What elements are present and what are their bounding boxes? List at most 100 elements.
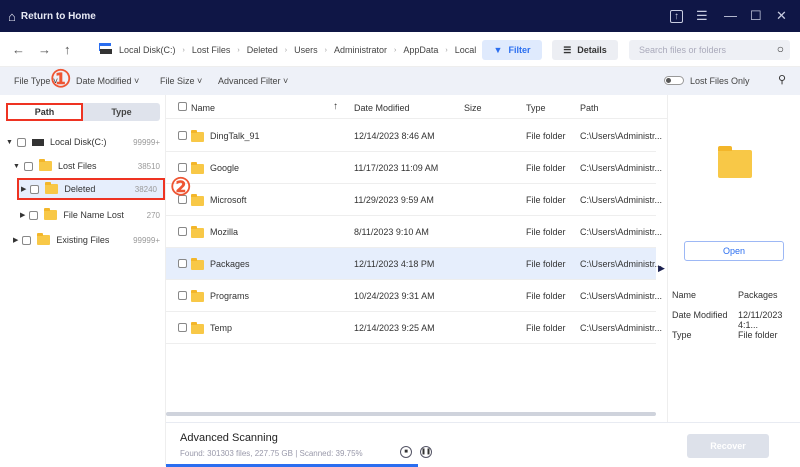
- row-checkbox[interactable]: [178, 163, 187, 172]
- search-input[interactable]: Search files or folders ○: [629, 40, 790, 60]
- table-row[interactable]: Programs 10/24/2023 9:31 AM File folder …: [166, 280, 662, 312]
- navigation-bar: ← → ↑ Local Disk(C:) › Lost Files › Delete…: [0, 33, 800, 67]
- detail-label: Name: [672, 290, 697, 300]
- table-row[interactable]: Microsoft 11/29/2023 9:59 AM File folder…: [166, 184, 662, 216]
- breadcrumb-item[interactable]: AppData: [403, 45, 438, 55]
- scan-title: Advanced Scanning: [180, 432, 278, 444]
- menu-icon[interactable]: ☰: [696, 8, 708, 24]
- file-path: C:\Users\Administr...: [580, 131, 663, 141]
- table-row[interactable]: Google 11/17/2023 11:09 AM File folder C…: [166, 152, 662, 184]
- table-row[interactable]: DingTalk_91 12/14/2023 8:46 AM File fold…: [166, 120, 662, 152]
- view-tabs: Path Type: [6, 103, 160, 121]
- file-type: File folder: [526, 227, 566, 237]
- file-type: File folder: [526, 291, 566, 301]
- sort-arrow-icon[interactable]: ↑: [333, 101, 338, 112]
- row-checkbox[interactable]: [178, 227, 187, 236]
- row-checkbox[interactable]: [178, 291, 187, 300]
- clear-filter-icon[interactable]: ⚲: [778, 73, 786, 86]
- stop-icon[interactable]: ■: [400, 446, 412, 458]
- breadcrumb-item[interactable]: Lost Files: [192, 45, 231, 55]
- close-icon[interactable]: ✕: [776, 8, 787, 24]
- up-icon[interactable]: ↑: [64, 42, 71, 57]
- search-icon[interactable]: ○: [777, 42, 784, 56]
- filter-icon: ▼: [493, 45, 503, 55]
- column-type[interactable]: Type: [526, 103, 546, 113]
- drive-icon: [31, 138, 44, 146]
- recover-button[interactable]: Recover: [687, 434, 769, 458]
- file-path: C:\Users\Administr...: [580, 163, 663, 173]
- annotation-two: ②: [170, 174, 192, 201]
- maximize-icon[interactable]: ☐: [750, 8, 762, 24]
- back-icon[interactable]: ←: [12, 42, 25, 57]
- file-type: File folder: [526, 195, 566, 205]
- table-row[interactable]: Temp 12/14/2023 9:25 AM File folder C:\U…: [166, 312, 662, 344]
- file-name: Microsoft: [210, 195, 247, 205]
- list-icon: ☰: [563, 44, 572, 55]
- breadcrumb-item[interactable]: Local Disk(C:): [119, 45, 176, 55]
- filter-button[interactable]: ▼ Filter: [482, 40, 542, 60]
- return-home-button[interactable]: ⌂ Return to Home: [8, 9, 96, 24]
- details-button[interactable]: ☰ Details: [552, 40, 618, 60]
- folder-icon: [37, 233, 51, 245]
- folder-icon: [191, 258, 204, 270]
- folder-icon: [191, 130, 204, 142]
- tree-item-file-name-lost[interactable]: ▶ File Name Lost 270: [0, 205, 166, 225]
- file-name: Programs: [210, 291, 250, 301]
- row-checkbox[interactable]: [178, 259, 187, 268]
- row-checkbox[interactable]: [178, 131, 187, 140]
- file-date: 12/14/2023 9:25 AM: [354, 323, 435, 333]
- detail-label: Date Modified: [672, 310, 728, 320]
- file-name: Mozilla: [210, 227, 239, 237]
- tree-item-deleted[interactable]: ▶ Deleted 38240: [17, 178, 165, 200]
- file-type: File folder: [526, 323, 566, 333]
- details-panel: Open Name Packages Date Modified 12/11/2…: [667, 95, 800, 422]
- select-all-checkbox[interactable]: [178, 102, 187, 111]
- breadcrumb-item[interactable]: Local: [455, 45, 477, 55]
- column-name[interactable]: Name: [191, 103, 215, 113]
- file-date: 10/24/2023 9:31 AM: [354, 291, 435, 301]
- table-row[interactable]: Packages 12/11/2023 4:18 PM File folder …: [166, 248, 662, 280]
- drive-icon: [100, 46, 112, 54]
- lost-files-only-toggle[interactable]: [664, 76, 684, 85]
- folder-icon: [191, 290, 204, 302]
- folder-icon: [191, 162, 204, 174]
- status-bar: Advanced Scanning Found: 301303 files, 2…: [166, 422, 800, 467]
- expand-panel-icon[interactable]: ▶: [658, 263, 665, 274]
- pause-icon[interactable]: ❚❚: [420, 446, 432, 458]
- annotation-one: ①: [50, 66, 72, 93]
- detail-value: Packages: [738, 290, 778, 300]
- breadcrumb-item[interactable]: Deleted: [247, 45, 278, 55]
- breadcrumb: Local Disk(C:) › Lost Files › Deleted › Use…: [100, 45, 476, 55]
- folder-icon: [191, 194, 204, 206]
- table-row[interactable]: Mozilla 8/11/2023 9:10 AM File folder C:…: [166, 216, 662, 248]
- row-checkbox[interactable]: [178, 323, 187, 332]
- tree-item-existing-files[interactable]: ▶ Existing Files 99999+: [0, 230, 166, 250]
- tree-item-local-disk[interactable]: ▼ Local Disk(C:) 99999+: [0, 132, 166, 152]
- minimize-icon[interactable]: —: [724, 8, 737, 23]
- breadcrumb-item[interactable]: Administrator: [334, 45, 387, 55]
- column-path[interactable]: Path: [580, 103, 599, 113]
- detail-label: Type: [672, 330, 692, 340]
- file-name: Google: [210, 163, 240, 173]
- horizontal-scrollbar[interactable]: [166, 412, 656, 416]
- date-modified-dropdown[interactable]: Date Modified ˅: [76, 76, 139, 86]
- forward-icon[interactable]: →: [38, 42, 51, 57]
- upload-icon[interactable]: ↑: [670, 10, 683, 23]
- file-name: Packages: [210, 259, 250, 269]
- filter-bar: File Type ˅ Date Modified ˅ File Size ˅ …: [0, 66, 800, 95]
- left-panel: Path Type ▼ Local Disk(C:) 99999+ ▼ Lost …: [0, 95, 192, 466]
- file-path: C:\Users\Administr...: [580, 323, 663, 333]
- breadcrumb-item[interactable]: Users: [294, 45, 318, 55]
- column-date[interactable]: Date Modified: [354, 103, 410, 113]
- tab-type[interactable]: Type: [83, 103, 160, 121]
- tab-path[interactable]: Path: [6, 103, 83, 121]
- advanced-filter-dropdown[interactable]: Advanced Filter ˅: [218, 76, 288, 86]
- column-size[interactable]: Size: [464, 103, 482, 113]
- file-date: 11/17/2023 11:09 AM: [354, 163, 439, 173]
- open-button[interactable]: Open: [684, 241, 784, 261]
- tree-item-lost-files[interactable]: ▼ Lost Files 38510: [0, 156, 166, 176]
- folder-icon: [45, 182, 59, 194]
- file-size-dropdown[interactable]: File Size ˅: [160, 76, 202, 86]
- file-type: File folder: [526, 259, 566, 269]
- file-date: 11/29/2023 9:59 AM: [354, 195, 434, 205]
